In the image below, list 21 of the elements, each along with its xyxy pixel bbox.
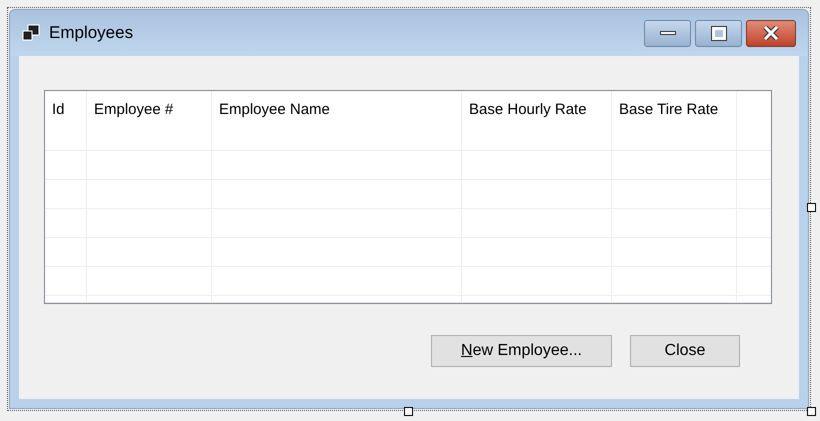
windows-icon [22,24,40,42]
table-cell [45,151,87,180]
column-header[interactable]: Employee Name [212,91,462,151]
close-button[interactable] [746,20,796,46]
close-icon [763,26,779,40]
table-cell [45,180,87,209]
minimize-button[interactable] [644,20,691,46]
table-cell [45,209,87,238]
column-header[interactable]: Id [45,91,87,151]
table-cell [45,238,87,267]
resize-handle[interactable] [807,203,816,212]
column-header[interactable]: Base Hourly Rate [462,91,612,151]
table-cell [45,267,87,296]
column-header[interactable]: Employee # [87,91,212,151]
new-employee-button[interactable]: New Employee... [431,335,612,367]
window-title: Employees [49,22,134,44]
resize-handle[interactable] [807,407,816,416]
maximize-button[interactable] [695,20,742,46]
column-header[interactable]: Base Tire Rate [612,91,737,151]
close-dialog-button[interactable]: Close [630,335,740,367]
resize-handle[interactable] [404,407,413,416]
